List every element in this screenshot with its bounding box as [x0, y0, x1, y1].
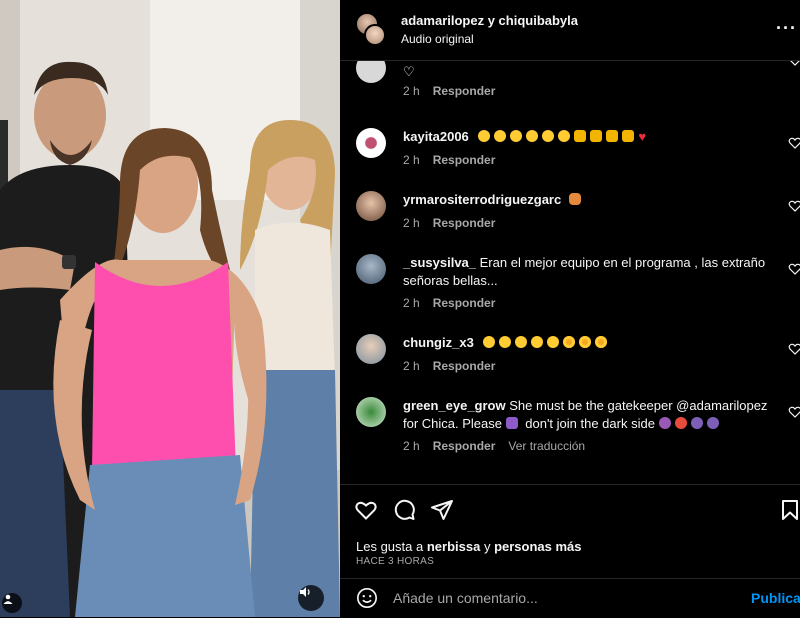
comment-username[interactable]: _susysilva_ [403, 255, 476, 270]
commenter-avatar[interactable] [356, 191, 386, 221]
reply-button[interactable]: Responder [433, 216, 496, 230]
like-icon[interactable] [354, 498, 378, 522]
comment-time[interactable]: 2 h [403, 84, 420, 98]
liker-others[interactable]: personas más [494, 539, 581, 554]
post-actions: Les gusta a nerbissa y personas más HACE… [340, 484, 800, 578]
comment-body-continued: don't join the dark side [525, 416, 655, 431]
like-comment-icon[interactable] [788, 262, 800, 276]
comment-time[interactable]: 2 h [403, 359, 420, 373]
comment-text: _susysilva_ Eran el mejor equipo en el p… [403, 254, 773, 290]
comment-text: kayita2006 ♥ [403, 128, 773, 146]
comment-username[interactable]: chungiz_x3 [403, 335, 474, 350]
comment-time[interactable]: 2 h [403, 216, 420, 230]
emoji-picker-icon[interactable] [356, 587, 378, 609]
speaker-icon [300, 587, 310, 597]
comment-text: yrmarositerrodriguezgarc [403, 191, 773, 209]
more-options-icon[interactable]: ··· [776, 18, 797, 39]
save-icon[interactable] [778, 498, 800, 522]
comment-text: green_eye_grow She must be the gatekeepe… [403, 397, 773, 433]
comment-meta: 2 h Responder [403, 216, 508, 230]
reply-button[interactable]: Responder [433, 84, 496, 98]
person-icon [3, 594, 13, 604]
comment-time[interactable]: 2 h [403, 296, 420, 310]
comment-composer: Añade un comentario... Publicar [340, 578, 800, 618]
comment-meta: 2 h Responder [403, 84, 508, 98]
publish-button[interactable]: Publicar [751, 590, 800, 606]
comment-text: ♡ [403, 63, 773, 81]
commenter-avatar[interactable] [356, 397, 386, 427]
translate-button[interactable]: Ver traducción [508, 439, 585, 453]
post-sidebar: adamarilopez y chiquibabyla Audio origin… [340, 0, 800, 617]
likes-summary[interactable]: Les gusta a nerbissa y personas más [356, 539, 582, 554]
emoji-row [483, 335, 611, 350]
comment-meta: 2 h Responder [403, 153, 508, 167]
like-comment-icon[interactable] [788, 405, 800, 419]
comment-time[interactable]: 2 h [403, 153, 420, 167]
comment-meta: 2 h Responder [403, 359, 508, 373]
comment-input[interactable]: Añade un comentario... [393, 590, 538, 606]
post-authors[interactable]: adamarilopez y chiquibabyla [401, 13, 578, 28]
reply-button[interactable]: Responder [433, 359, 496, 373]
commenter-avatar[interactable] [356, 128, 386, 158]
comment-username[interactable]: green_eye_grow [403, 398, 506, 413]
comment-text: chungiz_x3 [403, 334, 773, 352]
audio-link[interactable]: Audio original [401, 32, 474, 46]
coauthor-avatar[interactable] [364, 24, 386, 46]
commenter-avatar[interactable] [356, 61, 386, 83]
comment-username[interactable]: yrmarositerrodriguezgarc [403, 192, 561, 207]
pray-emoji [568, 193, 581, 205]
post-timestamp: HACE 3 HORAS [356, 556, 435, 567]
share-icon[interactable] [430, 498, 454, 522]
reply-button[interactable]: Responder [433, 153, 496, 167]
comment-meta: 2 h Responder [403, 296, 508, 310]
emoji-row [658, 416, 723, 431]
like-comment-icon[interactable] [788, 342, 800, 356]
white-heart-icon: ♡ [403, 64, 415, 79]
like-comment-icon[interactable] [788, 136, 800, 150]
comment-username[interactable]: kayita2006 [403, 129, 469, 144]
person-emoji [505, 417, 518, 429]
like-comment-icon[interactable] [788, 199, 800, 213]
comments-list[interactable]: ▬ ▬ ▬ ▬ ▬ ▬ ▬ ▬ ▬ ▬ ▬ ▬ ▬ ▬ ♡ 2 hRespond… [340, 61, 800, 483]
comment-icon[interactable] [392, 498, 416, 522]
volume-button[interactable] [298, 585, 324, 611]
post-header: adamarilopez y chiquibabyla Audio origin… [340, 0, 800, 61]
comment-meta: 2 h Responder Ver traducción [403, 439, 598, 453]
commenter-avatar[interactable] [356, 334, 386, 364]
post-media[interactable] [0, 0, 340, 617]
emoji-row: ♥ [478, 129, 646, 144]
liker-username[interactable]: nerbissa [427, 539, 480, 554]
commenter-avatar[interactable] [356, 254, 386, 284]
post-photo [0, 0, 340, 617]
tagged-users-button[interactable] [2, 593, 22, 613]
reply-button[interactable]: Responder [433, 296, 496, 310]
reply-button[interactable]: Responder [433, 439, 496, 453]
comment-time[interactable]: 2 h [403, 439, 420, 453]
like-comment-icon[interactable] [788, 61, 800, 67]
